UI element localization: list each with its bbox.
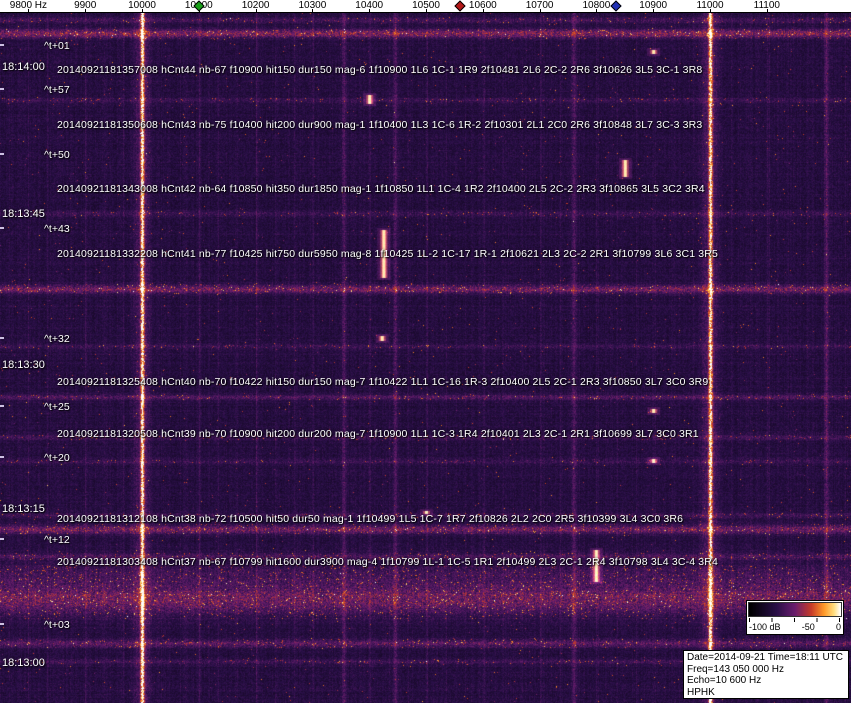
freq-tick-mark bbox=[710, 9, 711, 12]
status-info-box: Date=2014-09-21 Time=18:11 UTC Freq=143 … bbox=[683, 650, 849, 699]
freq-tick-mark bbox=[312, 9, 314, 12]
info-date-time: Date=2014-09-21 Time=18:11 UTC bbox=[687, 652, 844, 663]
frequency-axis: 9800 Hz990010000101001020010300104001050… bbox=[0, 0, 851, 13]
freq-tick-mark bbox=[766, 9, 768, 12]
colorbar-gradient bbox=[748, 602, 842, 617]
colorbar-legend: -100 dB -50 0 bbox=[746, 600, 844, 635]
spectrogram-app: 9800 Hz990010000101001020010300104001050… bbox=[0, 0, 851, 703]
blue-diamond-marker-icon[interactable] bbox=[610, 0, 622, 12]
freq-tick-mark bbox=[539, 9, 541, 12]
colorbar-label-min: -100 dB bbox=[749, 622, 781, 632]
colorbar-label-mid: -50 bbox=[801, 622, 815, 632]
spectrogram-canvas[interactable] bbox=[0, 13, 851, 703]
freq-tick-mark bbox=[255, 9, 257, 12]
freq-tick-mark bbox=[142, 9, 143, 12]
info-station-id: HPHK bbox=[687, 686, 715, 698]
info-frequency: Freq=143 050 000 Hz bbox=[687, 663, 785, 675]
info-echo-frequency: Echo=10 600 Hz bbox=[687, 675, 762, 686]
freq-tick-mark bbox=[653, 9, 655, 12]
colorbar-label-max: 0 bbox=[835, 622, 841, 632]
freq-tick-mark bbox=[426, 9, 427, 12]
freq-tick-mark bbox=[85, 9, 87, 12]
freq-tick-mark bbox=[28, 9, 30, 12]
freq-tick-mark bbox=[482, 9, 484, 12]
freq-tick-mark bbox=[596, 9, 598, 12]
freq-tick-mark bbox=[369, 9, 371, 12]
colorbar-labels: -100 dB -50 0 bbox=[747, 622, 843, 634]
red-diamond-marker-icon[interactable] bbox=[454, 0, 466, 12]
